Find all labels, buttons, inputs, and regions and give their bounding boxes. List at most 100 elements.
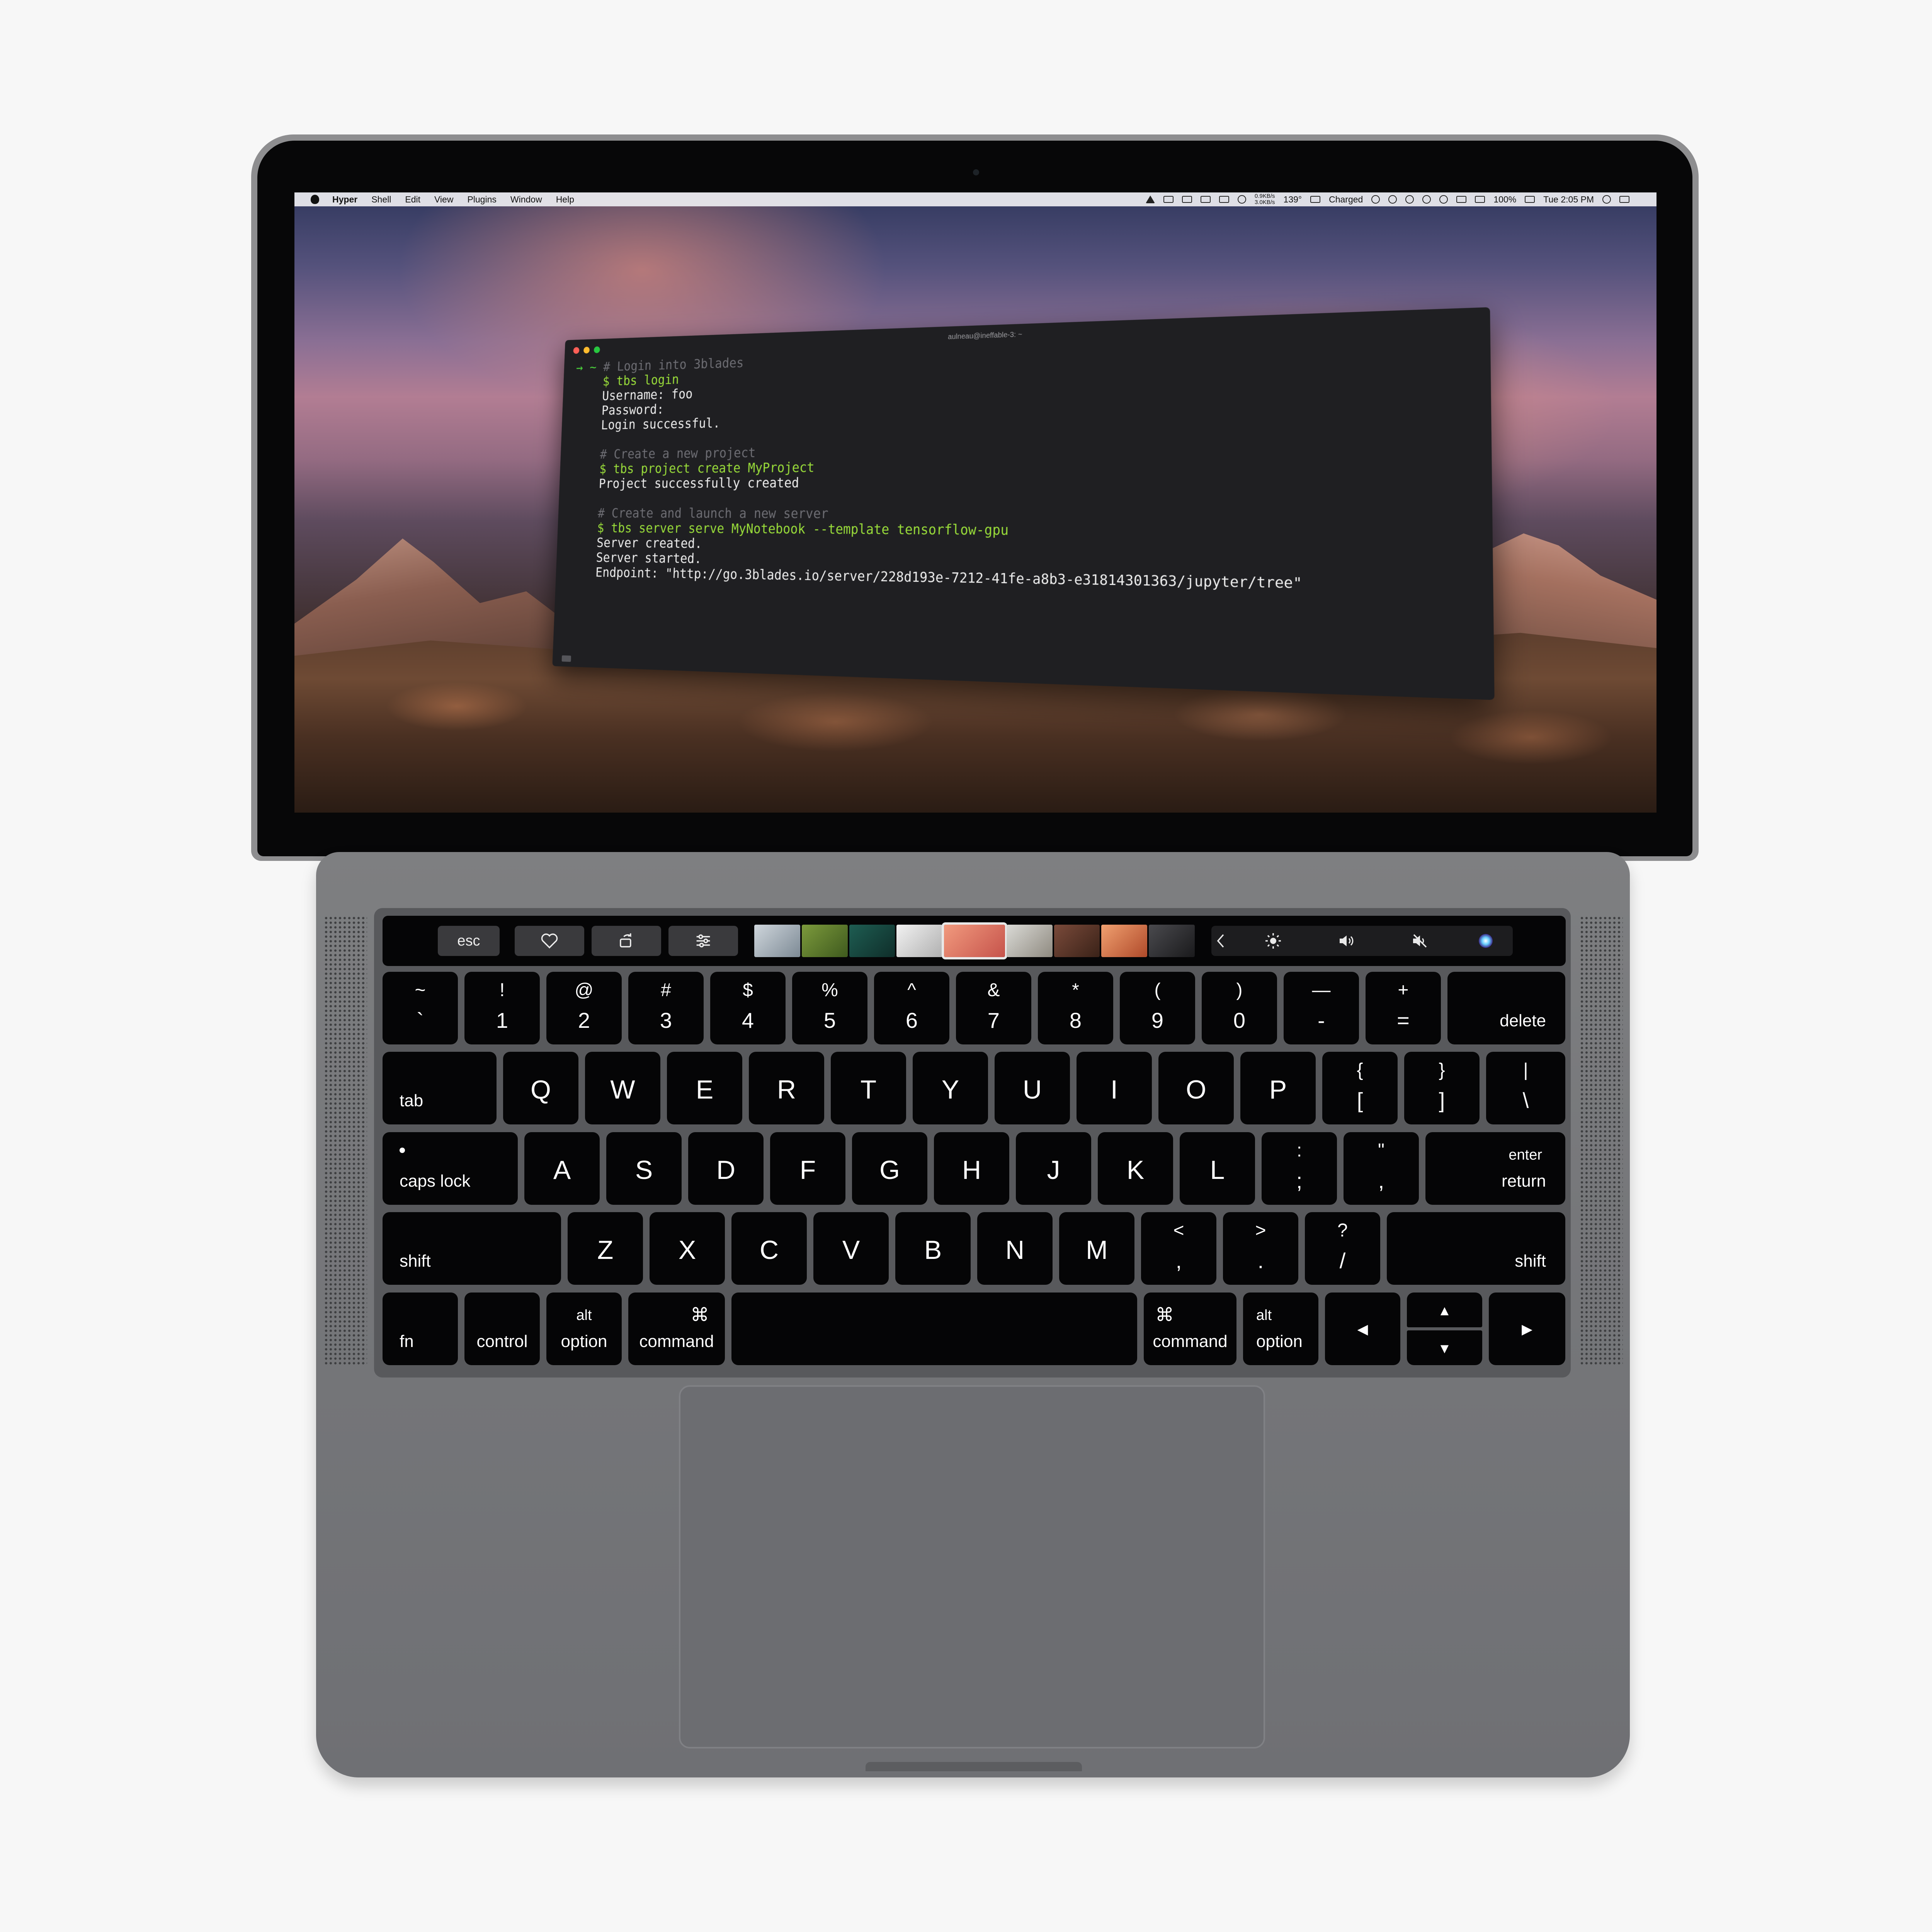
speaker-grille-right bbox=[1580, 916, 1623, 1366]
volume-icon[interactable] bbox=[1320, 926, 1374, 956]
rotate-icon[interactable] bbox=[592, 926, 661, 956]
output-server-started: Server started. bbox=[596, 550, 702, 566]
key-caps-lock[interactable]: caps lock bbox=[383, 1132, 518, 1205]
speaker-grille-left bbox=[324, 916, 367, 1366]
key-0[interactable]: ) 0 bbox=[1202, 972, 1277, 1044]
key-backslash[interactable]: | \ bbox=[1486, 1052, 1565, 1124]
screen: Hyper Shell Edit View Plugins Window Hel… bbox=[294, 192, 1656, 813]
key-semicolon[interactable]: :; bbox=[1262, 1132, 1337, 1205]
key-i[interactable]: I bbox=[1077, 1052, 1152, 1124]
key-l[interactable]: L bbox=[1180, 1132, 1255, 1205]
key-d[interactable]: D bbox=[688, 1132, 764, 1205]
key-k[interactable]: K bbox=[1098, 1132, 1173, 1205]
key-space[interactable] bbox=[731, 1293, 1137, 1365]
terminal-output[interactable]: → ~ # Login into 3blades $ tbs login Use… bbox=[568, 338, 1302, 592]
key-r[interactable]: R bbox=[749, 1052, 824, 1124]
photo-scrubber[interactable] bbox=[754, 922, 1195, 959]
caps-lock-indicator bbox=[400, 1148, 405, 1153]
key-y[interactable]: Y bbox=[913, 1052, 988, 1124]
photo-thumbnail[interactable] bbox=[1149, 925, 1195, 957]
key-arrow-down[interactable]: ▼ bbox=[1407, 1330, 1482, 1365]
photo-thumbnail[interactable] bbox=[801, 925, 848, 957]
key-slash[interactable]: ? / bbox=[1305, 1212, 1380, 1285]
key-m[interactable]: M bbox=[1059, 1212, 1134, 1285]
key-e[interactable]: E bbox=[667, 1052, 742, 1124]
photo-thumbnail[interactable] bbox=[849, 925, 895, 957]
photo-thumbnail[interactable] bbox=[896, 925, 943, 957]
key-delete[interactable]: delete bbox=[1447, 972, 1565, 1044]
output-login-success: Login successful. bbox=[600, 415, 721, 433]
key-w[interactable]: W bbox=[585, 1052, 660, 1124]
key-comma[interactable]: <, bbox=[1141, 1212, 1216, 1285]
key-b[interactable]: B bbox=[895, 1212, 971, 1285]
key-minus[interactable]: — - bbox=[1284, 972, 1359, 1044]
key-option-left[interactable]: alt option bbox=[546, 1293, 622, 1365]
key-arrow-left[interactable]: ◀ bbox=[1325, 1293, 1400, 1365]
key-tab[interactable]: tab bbox=[383, 1052, 497, 1124]
key-3[interactable]: #3 bbox=[628, 972, 704, 1044]
photo-thumbnail[interactable] bbox=[1101, 925, 1148, 957]
key-2[interactable]: @2 bbox=[546, 972, 622, 1044]
comment-login: # Login into 3blades bbox=[603, 355, 744, 374]
key-fn[interactable]: fn bbox=[383, 1293, 458, 1365]
key-f[interactable]: F bbox=[770, 1132, 845, 1205]
key-return[interactable]: enter return bbox=[1425, 1132, 1565, 1205]
key-backtick[interactable]: ~ ` bbox=[383, 972, 458, 1044]
key-n[interactable]: N bbox=[977, 1212, 1053, 1285]
key-p[interactable]: P bbox=[1240, 1052, 1316, 1124]
chevron-left-icon[interactable] bbox=[1211, 926, 1231, 956]
key-control[interactable]: control bbox=[464, 1293, 540, 1365]
siri-icon[interactable] bbox=[1459, 926, 1513, 956]
key-s[interactable]: S bbox=[606, 1132, 682, 1205]
photo-thumbnail[interactable] bbox=[754, 925, 800, 957]
terminal-window[interactable]: aulneau@ineffable-3: ~ → ~ # Login into … bbox=[552, 307, 1495, 700]
lid-opening-notch bbox=[866, 1762, 1082, 1771]
key-left-bracket[interactable]: {[ bbox=[1322, 1052, 1398, 1124]
key-u[interactable]: U bbox=[995, 1052, 1070, 1124]
photo-thumbnail[interactable] bbox=[1006, 925, 1053, 957]
command-login: $ tbs login bbox=[602, 372, 679, 389]
folder-icon bbox=[561, 655, 571, 662]
key-7[interactable]: & 7 bbox=[956, 972, 1031, 1044]
key-v[interactable]: V bbox=[813, 1212, 889, 1285]
key-g[interactable]: G bbox=[852, 1132, 927, 1205]
key-8[interactable]: * 8 bbox=[1038, 972, 1113, 1044]
key-a[interactable]: A bbox=[524, 1132, 600, 1205]
brightness-icon[interactable] bbox=[1246, 926, 1300, 956]
key-option-right[interactable]: alt option bbox=[1243, 1293, 1318, 1365]
key-j[interactable]: J bbox=[1016, 1132, 1091, 1205]
touchbar-esc[interactable]: esc bbox=[438, 926, 500, 956]
output-endpoint: Endpoint: "http://go.3blades.io/server/2… bbox=[595, 565, 1302, 592]
photo-thumbnail-selected[interactable] bbox=[942, 922, 1007, 959]
key-4[interactable]: $4 bbox=[710, 972, 786, 1044]
key-period[interactable]: >. bbox=[1223, 1212, 1298, 1285]
sliders-icon[interactable] bbox=[668, 926, 738, 956]
output-username: Username: foo bbox=[602, 386, 693, 403]
key-command-right[interactable]: ⌘ command bbox=[1144, 1293, 1236, 1365]
key-z[interactable]: Z bbox=[568, 1212, 643, 1285]
heart-icon[interactable] bbox=[515, 926, 584, 956]
key-shift-right[interactable]: shift bbox=[1387, 1212, 1565, 1285]
photo-thumbnail[interactable] bbox=[1054, 925, 1100, 957]
key-q[interactable]: Q bbox=[503, 1052, 578, 1124]
key-h[interactable]: H bbox=[934, 1132, 1009, 1205]
key-1[interactable]: ! 1 bbox=[464, 972, 540, 1044]
key-equals[interactable]: + = bbox=[1366, 972, 1441, 1044]
key-o[interactable]: O bbox=[1158, 1052, 1234, 1124]
key-arrow-up[interactable]: ▲ bbox=[1407, 1293, 1482, 1327]
key-9[interactable]: (9 bbox=[1120, 972, 1195, 1044]
key-5[interactable]: % 5 bbox=[792, 972, 867, 1044]
key-right-bracket[interactable]: }] bbox=[1404, 1052, 1480, 1124]
key-command-left[interactable]: ⌘ command bbox=[628, 1293, 725, 1365]
key-arrow-right[interactable]: ▶ bbox=[1489, 1293, 1565, 1365]
key-quote[interactable]: ", bbox=[1344, 1132, 1419, 1205]
key-shift-left[interactable]: shift bbox=[383, 1212, 561, 1285]
mute-icon[interactable] bbox=[1393, 926, 1447, 956]
key-t[interactable]: T bbox=[831, 1052, 906, 1124]
comment-server: # Create and launch a new server bbox=[597, 505, 829, 522]
output-server-created: Server created. bbox=[596, 535, 702, 551]
trackpad[interactable] bbox=[679, 1385, 1265, 1748]
key-c[interactable]: C bbox=[731, 1212, 807, 1285]
key-6[interactable]: ^ 6 bbox=[874, 972, 949, 1044]
key-x[interactable]: X bbox=[650, 1212, 725, 1285]
